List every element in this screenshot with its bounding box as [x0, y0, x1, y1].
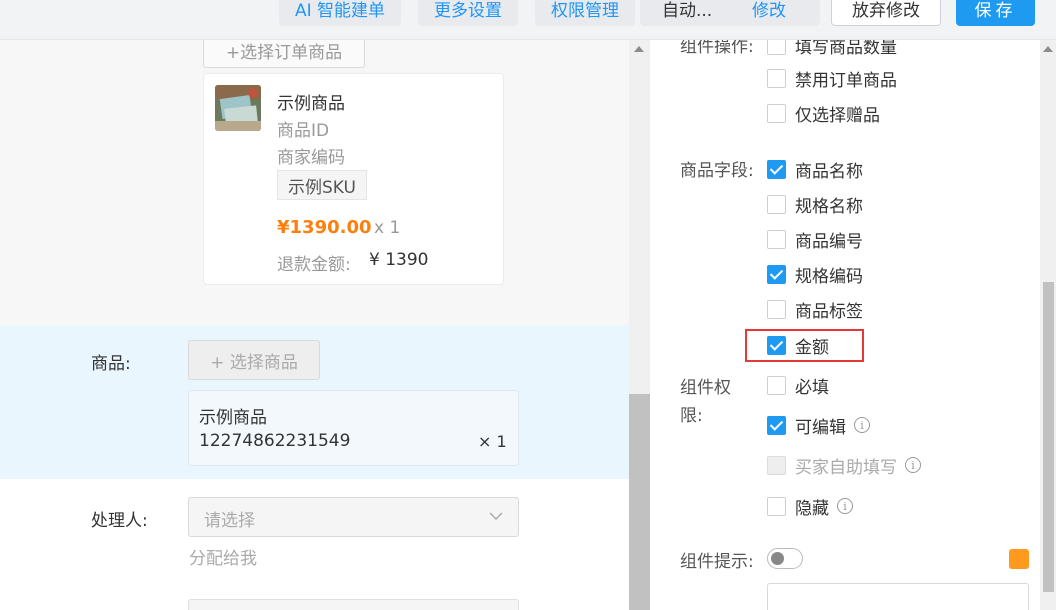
field-spec-code[interactable]: 规格编码: [767, 262, 863, 287]
selected-product-card: 示例商品 12274862231549 × 1: [188, 390, 519, 466]
color-swatch[interactable]: [1009, 549, 1029, 569]
highlight-box: [745, 329, 864, 362]
option-label: 必填: [795, 377, 829, 398]
auto-rule-label: 自动...: [662, 1, 713, 21]
checkbox[interactable]: [767, 229, 786, 249]
permission-label-line1: 组件权: [680, 378, 731, 398]
component-hint-label: 组件提示:: [680, 552, 754, 572]
modify-link[interactable]: 修改: [752, 0, 786, 21]
product-field-section[interactable]: 商品: + 选择商品 示例商品 12274862231549 × 1: [0, 325, 629, 479]
checkbox[interactable]: [767, 415, 786, 435]
scroll-up-arrow-icon[interactable]: [634, 46, 644, 52]
option-label: 规格编码: [795, 266, 863, 287]
order-goods-id-label: 商品ID: [277, 121, 330, 141]
checkbox[interactable]: [767, 264, 786, 284]
field-product-name[interactable]: 商品名称: [767, 157, 863, 182]
checkbox[interactable]: [767, 299, 786, 319]
top-toolbar: AI 智能建单 更多设置 权限管理 自动... 修改 放弃修改 保存: [0, 0, 1056, 40]
option-label: 规格名称: [795, 196, 863, 217]
component-properties-panel: 组件操作: 填写商品数量 禁用订单商品 仅选择赠品 商品字段: 商品名称 规格名…: [650, 40, 1040, 610]
handler-field-label: 处理人:: [91, 511, 148, 531]
checkbox[interactable]: [767, 40, 786, 55]
perm-required[interactable]: 必填: [767, 373, 829, 398]
preview-scrollbar[interactable]: [629, 40, 650, 610]
option-label: 可编辑: [795, 417, 846, 438]
selected-product-quantity: × 1: [478, 432, 507, 451]
product-fields-label: 商品字段:: [680, 161, 754, 181]
option-label: 商品标签: [795, 301, 863, 322]
handler-select[interactable]: 请选择: [188, 497, 519, 537]
perm-buyer-self-fill: 买家自助填写 i: [767, 453, 921, 478]
order-goods-sku-tag: 示例SKU: [277, 170, 367, 200]
refund-amount-value: ¥ 1390: [369, 250, 429, 270]
option-label: 商品名称: [795, 161, 863, 182]
component-hint-toggle[interactable]: [767, 548, 803, 569]
panel-scrollbar[interactable]: [1040, 40, 1056, 610]
info-icon[interactable]: i: [837, 498, 853, 514]
refund-amount-label: 退款金额:: [277, 255, 351, 275]
checkbox[interactable]: [767, 103, 786, 123]
field-spec-name[interactable]: 规格名称: [767, 192, 863, 217]
selected-product-id: 12274862231549: [199, 431, 351, 451]
ai-build-button[interactable]: AI 智能建单: [279, 0, 401, 26]
component-ops-label: 组件操作:: [680, 40, 754, 57]
option-fill-quantity[interactable]: 填写商品数量: [767, 40, 897, 58]
checkbox[interactable]: [767, 68, 786, 88]
order-goods-card: 示例商品 商品ID 商家编码 示例SKU ¥1390.00 x 1 退款金额: …: [203, 73, 504, 285]
select-order-goods-button[interactable]: +选择订单商品: [203, 40, 365, 68]
order-goods-section[interactable]: +选择订单商品 示例商品 商品ID 商家编码 示例SKU ¥1390.00 x …: [0, 40, 629, 325]
checkbox[interactable]: [767, 375, 786, 395]
option-label: 买家自助填写: [795, 457, 897, 478]
product-field-label: 商品:: [91, 354, 131, 374]
save-button[interactable]: 保存: [956, 0, 1035, 26]
info-icon[interactable]: i: [905, 457, 921, 473]
preview-scrollbar-thumb[interactable]: [629, 394, 650, 610]
order-goods-quantity: x 1: [374, 218, 401, 238]
assign-to-me-link[interactable]: 分配给我: [189, 544, 257, 569]
field-product-number[interactable]: 商品编号: [767, 227, 863, 252]
select-product-button[interactable]: + 选择商品: [188, 340, 320, 380]
option-label: 商品编号: [795, 231, 863, 252]
order-goods-name: 示例商品: [277, 94, 345, 114]
component-hint-input[interactable]: [767, 583, 1029, 610]
panel-scrollbar-thumb[interactable]: [1043, 282, 1054, 592]
discard-changes-button[interactable]: 放弃修改: [831, 0, 941, 26]
perm-hidden[interactable]: 隐藏 i: [767, 494, 853, 519]
option-label: 仅选择赠品: [795, 105, 880, 126]
info-icon[interactable]: i: [854, 417, 870, 433]
checkbox[interactable]: [767, 194, 786, 214]
order-goods-price: ¥1390.00: [277, 217, 372, 238]
product-thumbnail: [215, 85, 261, 131]
auto-rule-control: 自动... 修改: [640, 0, 820, 26]
chevron-down-icon: [489, 512, 503, 521]
permissions-button[interactable]: 权限管理: [535, 0, 635, 26]
next-field-input[interactable]: [188, 599, 519, 610]
more-settings-button[interactable]: 更多设置: [418, 0, 518, 26]
option-disable-order-goods[interactable]: 禁用订单商品: [767, 66, 897, 91]
option-label: 禁用订单商品: [795, 70, 897, 91]
checkbox: [767, 455, 786, 475]
option-label: 填写商品数量: [795, 40, 897, 58]
field-product-tag[interactable]: 商品标签: [767, 297, 863, 322]
handler-select-placeholder: 请选择: [204, 511, 255, 531]
form-preview: +选择订单商品 示例商品 商品ID 商家编码 示例SKU ¥1390.00 x …: [0, 40, 629, 610]
checkbox[interactable]: [767, 159, 786, 179]
perm-editable[interactable]: 可编辑 i: [767, 413, 870, 438]
order-goods-merchant-code-label: 商家编码: [277, 148, 345, 168]
checkbox[interactable]: [767, 496, 786, 516]
option-label: 隐藏: [795, 498, 829, 519]
permission-label-line2: 限:: [680, 406, 703, 426]
option-gift-only[interactable]: 仅选择赠品: [767, 101, 880, 126]
scroll-up-arrow-icon[interactable]: [1043, 46, 1053, 52]
selected-product-name: 示例商品: [199, 408, 267, 428]
